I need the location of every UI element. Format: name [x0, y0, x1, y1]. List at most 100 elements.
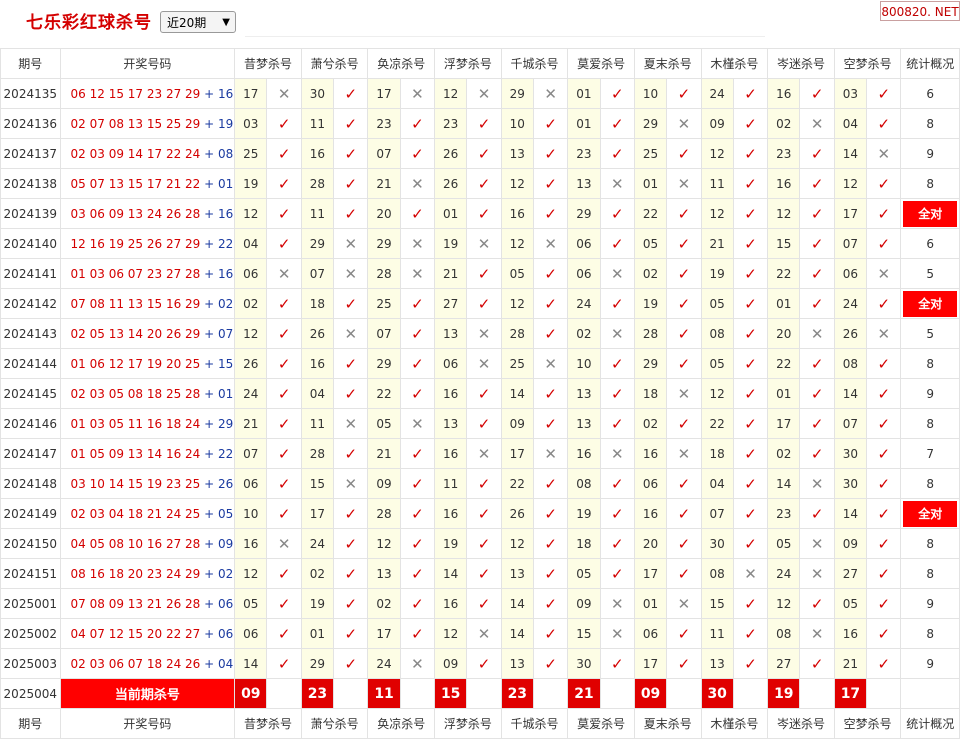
table-row: 2024142 07 08 11 13 15 16 29 + 02 02 ✓ 18 ✓ 25…	[0, 288, 960, 319]
check-icon: ✓	[344, 534, 358, 553]
check-icon: ✓	[744, 354, 757, 373]
site-badge[interactable]: 800820. NET	[880, 1, 960, 21]
mark-cell: ✓	[866, 528, 902, 559]
kill-number-cell: 04	[234, 228, 268, 259]
mark-cell: ✕	[799, 468, 835, 499]
kill-number-cell: 21	[367, 168, 401, 199]
current-empty-cell	[466, 678, 502, 709]
kill-number-cell: 15	[767, 228, 801, 259]
kill-number-cell: 12	[434, 78, 468, 109]
stat-cell: 8	[900, 618, 960, 649]
kill-number-cell: 17	[367, 618, 401, 649]
mark-cell: ✓	[866, 378, 902, 409]
kill-number-cell: 19	[700, 258, 734, 289]
check-icon: ✓	[477, 504, 491, 523]
kill-number-cell: 13	[500, 138, 534, 169]
mark-cell: ✓	[333, 618, 369, 649]
table-row: 2025001 07 08 09 13 21 26 28 + 06 05 ✓ 19 ✓ 02…	[0, 588, 960, 619]
red-numbers: 06 12 15 17 23 27 29	[70, 86, 201, 101]
column-header-expert: 夏末杀号	[633, 48, 702, 79]
mark-cell: ✓	[266, 498, 302, 529]
kill-number-cell: 07	[234, 438, 268, 469]
check-icon: ✓	[344, 84, 358, 103]
mark-cell: ✓	[666, 198, 702, 229]
check-icon: ✓	[744, 654, 757, 673]
mark-cell: ✓	[532, 618, 569, 649]
kill-number-cell: 05	[234, 588, 268, 619]
current-empty-cell	[532, 678, 569, 709]
cross-icon: ✕	[344, 474, 358, 493]
issue-cell: 2025002	[0, 618, 61, 649]
kill-number-cell: 23	[767, 498, 801, 529]
mark-cell: ✓	[333, 378, 369, 409]
mark-cell: ✓	[266, 168, 302, 199]
kill-number-cell: 24	[767, 558, 801, 589]
kill-number-cell: 26	[500, 498, 534, 529]
check-icon: ✓	[877, 84, 891, 103]
kill-number-cell: 12	[700, 378, 734, 409]
kill-number-cell: 17	[833, 198, 868, 229]
mark-cell: ✓	[333, 198, 369, 229]
mark-cell: ✕	[532, 78, 569, 109]
table-row: 2024144 01 06 12 17 19 20 25 + 15 26 ✓ 16 ✓ 29…	[0, 348, 960, 379]
mark-cell: ✓	[866, 438, 902, 469]
draw-numbers-cell: 02 03 04 18 21 24 25 + 05	[59, 498, 236, 529]
kill-number-cell: 21	[700, 228, 734, 259]
plus-sign: +	[200, 86, 219, 101]
mark-cell: ✓	[399, 468, 436, 499]
table-row: 2025002 04 07 12 15 20 22 27 + 06 06 ✓ 01 ✓ 17…	[0, 618, 960, 649]
mark-cell: ✓	[466, 588, 502, 619]
plus-sign: +	[200, 206, 219, 221]
mark-cell: ✓	[532, 258, 569, 289]
check-icon: ✓	[677, 564, 691, 583]
period-select-value: 近20期	[167, 16, 207, 30]
kill-number-cell: 05	[767, 528, 801, 559]
mark-cell: ✕	[799, 528, 835, 559]
kill-number-cell: 06	[567, 258, 601, 289]
cross-icon: ✕	[277, 84, 291, 103]
mark-cell: ✓	[532, 318, 569, 349]
current-kill-number: 15	[434, 678, 468, 709]
check-icon: ✓	[411, 534, 424, 553]
current-empty-cell	[732, 678, 769, 709]
kill-number-cell: 09	[367, 468, 401, 499]
mark-cell: ✓	[266, 408, 302, 439]
mark-cell: ✓	[732, 138, 769, 169]
mark-cell: ✓	[599, 108, 635, 139]
check-icon: ✓	[744, 324, 757, 343]
blue-number: 07	[218, 326, 234, 341]
period-select[interactable]: 近20期 ▼	[160, 11, 236, 33]
red-numbers: 05 07 13 15 17 21 22	[70, 176, 201, 191]
draw-numbers-cell: 01 05 09 13 14 16 24 + 22	[59, 438, 236, 469]
kill-number-cell: 01	[633, 588, 668, 619]
kill-number-cell: 16	[434, 438, 468, 469]
check-icon: ✓	[810, 84, 824, 103]
check-icon: ✓	[344, 654, 358, 673]
check-icon: ✓	[610, 144, 624, 163]
cross-icon: ✕	[810, 624, 824, 643]
mark-cell: ✓	[666, 468, 702, 499]
kill-number-cell: 16	[633, 438, 668, 469]
all-correct-badge: 全对	[903, 290, 958, 317]
cross-icon: ✕	[411, 84, 424, 103]
kill-number-cell: 22	[767, 258, 801, 289]
draw-numbers-cell: 01 03 06 07 23 27 28 + 16	[59, 258, 236, 289]
column-header-expert: 千城杀号	[500, 48, 569, 79]
mark-cell: ✕	[666, 588, 702, 619]
mark-cell: ✕	[466, 228, 502, 259]
check-icon: ✓	[277, 504, 291, 523]
table-row: 2024138 05 07 13 15 17 21 22 + 01 19 ✓ 28 ✓ 21…	[0, 168, 960, 199]
kill-number-cell: 14	[500, 618, 534, 649]
mark-cell: ✓	[266, 378, 302, 409]
table-row: 2024143 02 05 13 14 20 26 29 + 07 12 ✓ 26 ✕ 07…	[0, 318, 960, 349]
check-icon: ✓	[477, 114, 491, 133]
blue-number: 22	[218, 446, 234, 461]
mark-cell: ✓	[866, 78, 902, 109]
mark-cell: ✓	[866, 168, 902, 199]
kill-number-cell: 16	[234, 528, 268, 559]
mark-cell: ✓	[466, 138, 502, 169]
mark-cell: ✓	[732, 348, 769, 379]
red-numbers: 02 03 04 18 21 24 25	[70, 506, 201, 521]
mark-cell: ✓	[466, 378, 502, 409]
mark-cell: ✕	[666, 168, 702, 199]
